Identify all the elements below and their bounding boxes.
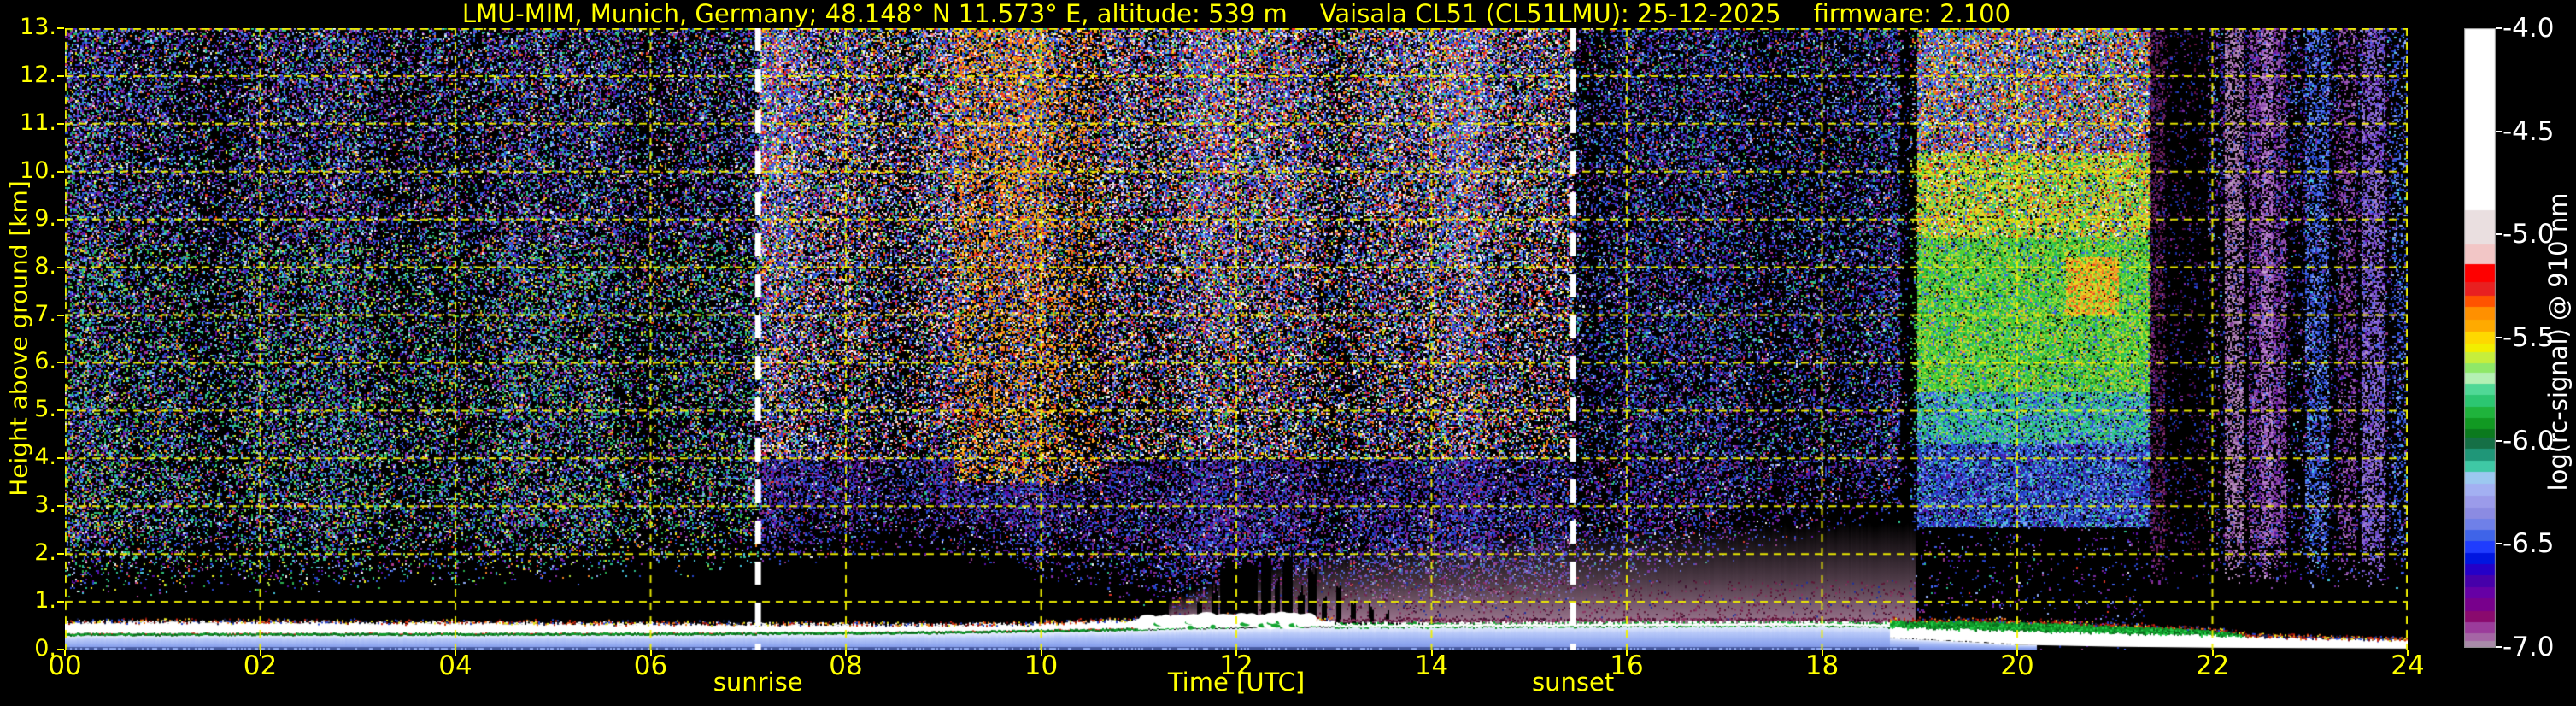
x-tick-mark [1430, 650, 1433, 656]
y-tick-label: 4. [34, 444, 56, 471]
colorbar-tick-mark [2496, 543, 2502, 545]
colorbar-tick-label: -5.5 [2503, 322, 2555, 353]
y-tick-mark [57, 457, 64, 460]
x-tick-mark [1821, 650, 1823, 656]
page-title: LMU-MIM, Munich, Germany; 48.148° N 11.5… [65, 1, 2408, 27]
y-tick-mark [57, 409, 64, 412]
title-firmware: firmware: 2.100 [1813, 0, 2011, 28]
x-tick-mark [649, 650, 652, 656]
y-tick-label: 11. [20, 109, 56, 136]
ceilometer-quicklook-screen: LMU-MIM, Munich, Germany; 48.148° N 11.5… [0, 0, 2576, 706]
y-tick-mark [57, 122, 64, 125]
y-tick-mark [57, 362, 64, 364]
title-instrument: Vaisala CL51 (CL51LMU): 25-12-2025 [1319, 0, 1781, 28]
x-tick-mark [1040, 650, 1042, 656]
colorbar-tick-label: -4.5 [2503, 115, 2555, 147]
y-tick-label: 9. [34, 204, 56, 232]
colorbar [2464, 28, 2496, 648]
x-tick-mark [1626, 650, 1628, 656]
y-tick-mark [57, 505, 64, 508]
y-tick-label: 2. [34, 539, 56, 567]
x-tick-mark [845, 650, 847, 656]
y-tick-mark [57, 601, 64, 603]
colorbar-tick-mark [2496, 130, 2502, 132]
y-tick-label: 8. [34, 252, 56, 279]
y-tick-label: 12. [20, 61, 56, 88]
y-tick-label: 1. [34, 587, 56, 615]
y-tick-mark [57, 27, 64, 29]
colorbar-tick-label: -7.0 [2503, 632, 2555, 662]
y-tick-label: 3. [34, 491, 56, 519]
y-tick-label: 6. [34, 348, 56, 375]
y-tick-label: 13. [20, 14, 56, 40]
y-tick-mark [57, 74, 64, 77]
colorbar-tick-label: -4.0 [2503, 13, 2555, 44]
y-tick-label: 7. [34, 300, 56, 327]
colorbar-tick-label: -6.5 [2503, 528, 2555, 560]
y-tick-mark [57, 553, 64, 556]
colorbar-tick-mark [2496, 439, 2502, 442]
colorbar-tick-label: -6.0 [2503, 425, 2555, 456]
y-tick-label: 10. [20, 156, 56, 184]
x-tick-mark [2407, 650, 2409, 656]
y-tick-label: 5. [34, 396, 56, 423]
y-tick-mark [57, 314, 64, 316]
colorbar-tick-mark [2496, 337, 2502, 338]
backscatter-heatmap-canvas [65, 28, 2408, 650]
y-tick-mark [57, 170, 64, 173]
title-location: LMU-MIM, Munich, Germany; 48.148° N 11.5… [461, 0, 1288, 28]
x-tick-mark [259, 650, 261, 656]
y-tick-mark [57, 266, 64, 268]
x-tick-mark [2016, 650, 2018, 656]
x-tick-mark [455, 650, 456, 656]
colorbar-tick-mark [2496, 233, 2502, 236]
x-tick-mark [1235, 650, 1237, 656]
colorbar-tick-mark [2496, 646, 2502, 648]
colorbar-tick-label: -5.0 [2503, 219, 2555, 250]
x-tick-mark [64, 650, 66, 656]
y-tick-mark [57, 218, 64, 221]
colorbar-tick-mark [2496, 27, 2502, 29]
x-tick-mark [2211, 650, 2214, 656]
